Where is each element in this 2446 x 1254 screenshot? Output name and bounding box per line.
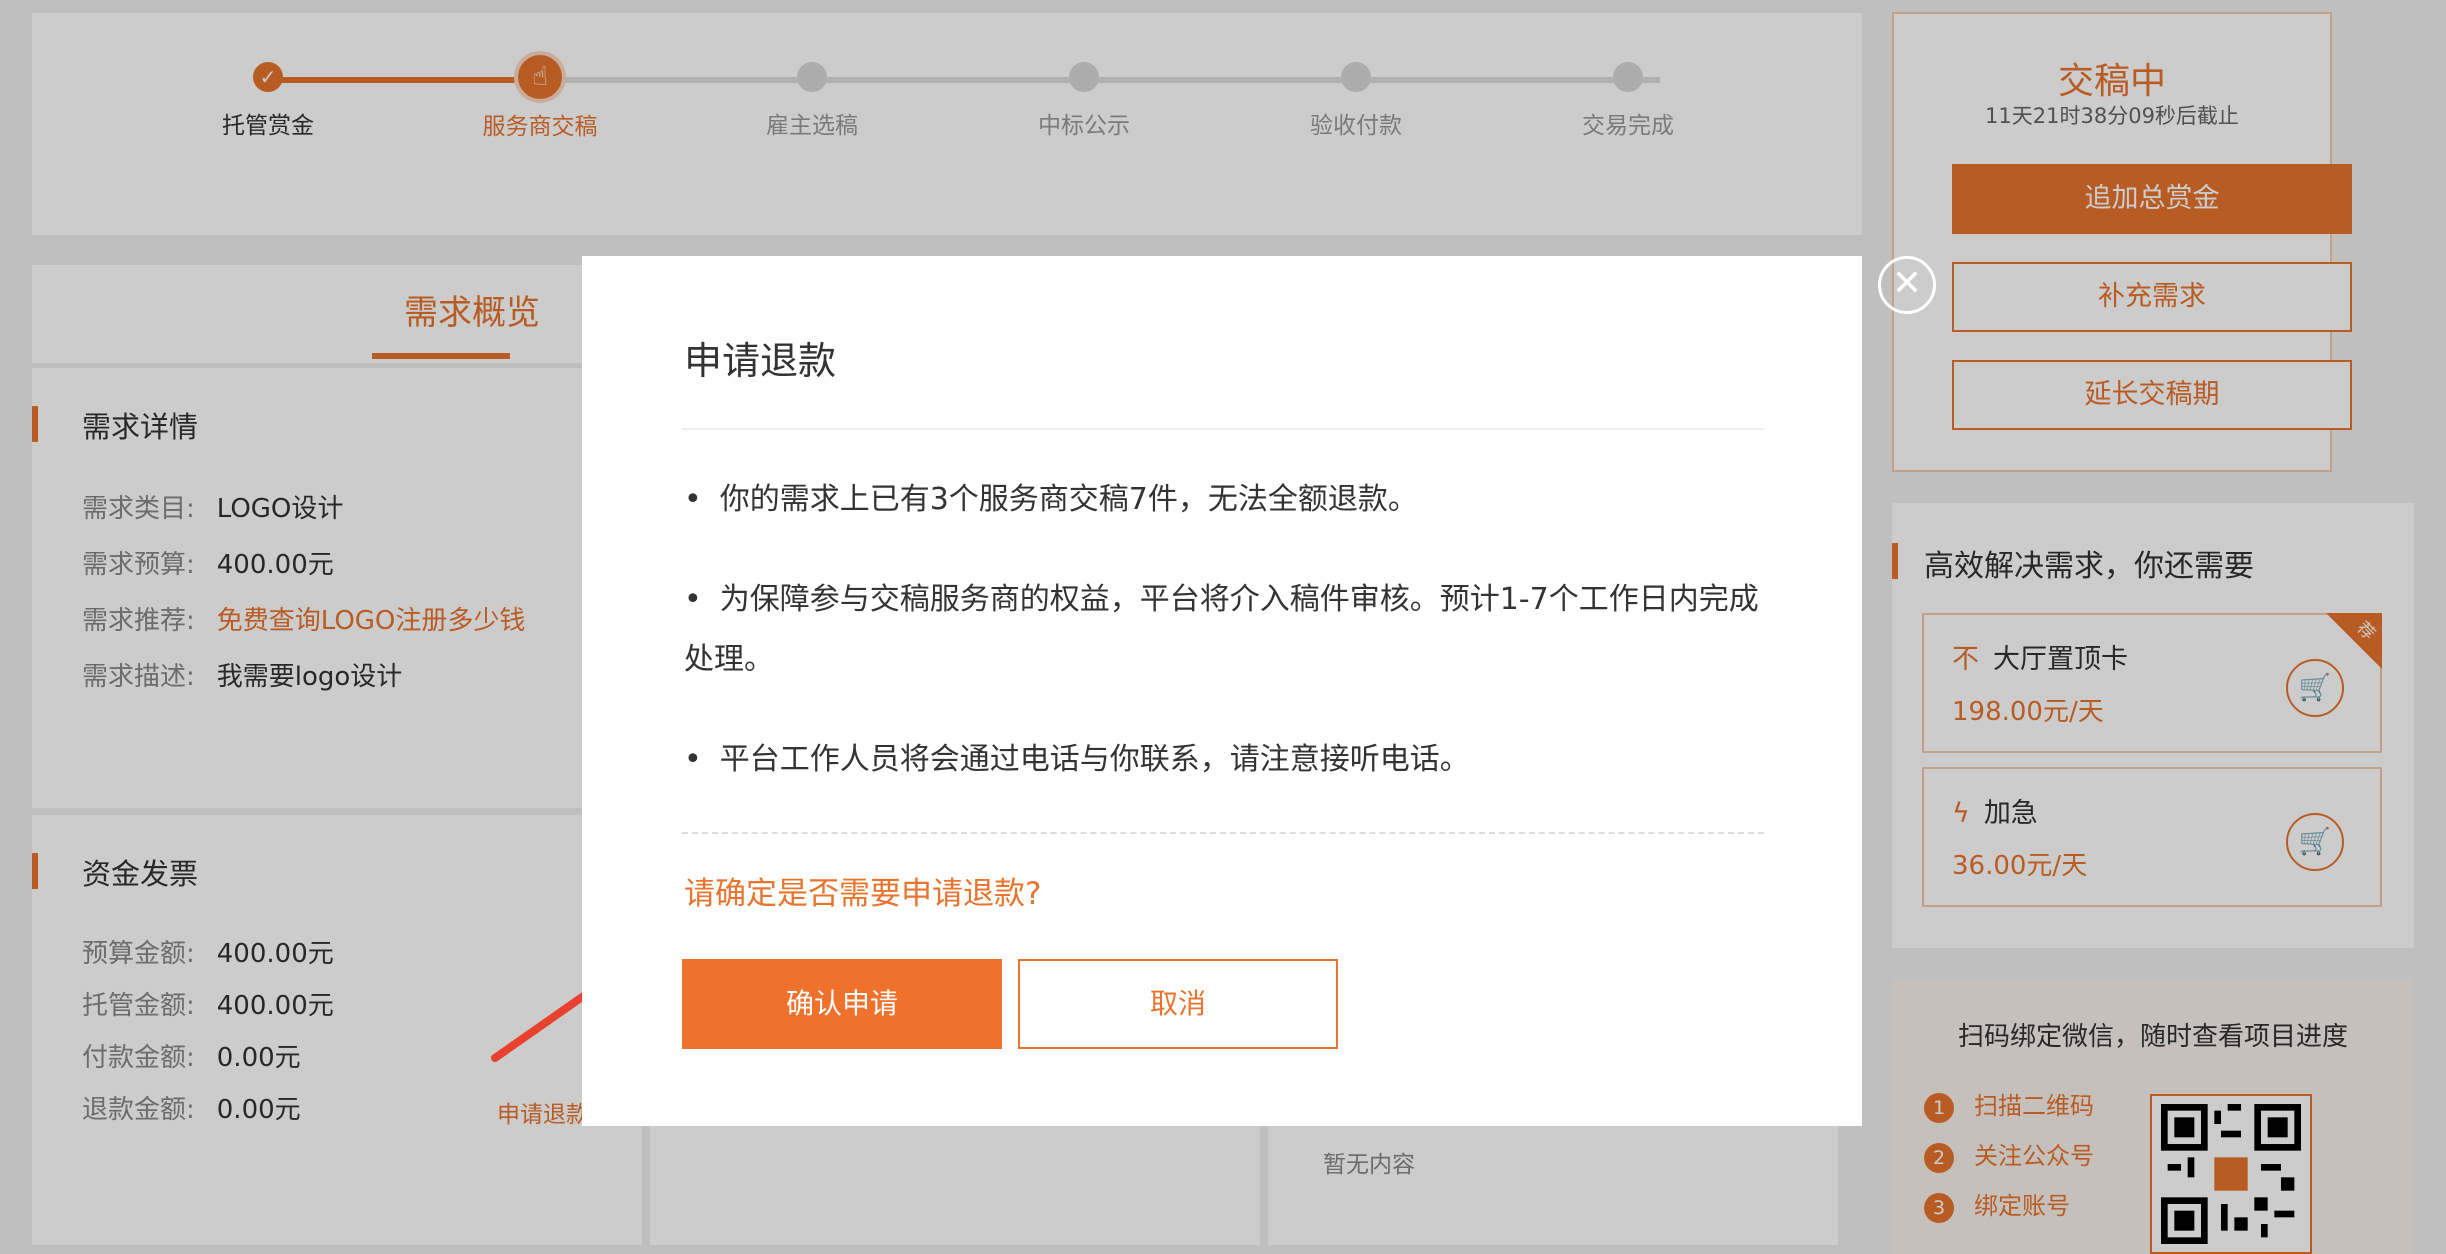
- modal-title: 申请退款: [684, 339, 837, 383]
- modal-divider: [682, 428, 1764, 430]
- modal-bullet: 为保障参与交稿服务商的权益，平台将介入稿件审核。预计1-7个工作日内完成处理。: [684, 570, 1764, 690]
- modal-bullet: 你的需求上已有3个服务商交稿7件，无法全额退款。: [684, 470, 1764, 530]
- cancel-button[interactable]: 取消: [1018, 959, 1338, 1049]
- modal-dashed-divider: [682, 832, 1764, 834]
- confirm-question: 请确定是否需要申请退款?: [684, 876, 1042, 912]
- confirm-refund-button[interactable]: 确认申请: [682, 959, 1002, 1049]
- close-icon[interactable]: ✕: [1878, 256, 1936, 314]
- modal-bullet: 平台工作人员将会通过电话与你联系，请注意接听电话。: [684, 730, 1764, 790]
- refund-modal: 申请退款 你的需求上已有3个服务商交稿7件，无法全额退款。 为保障参与交稿服务商…: [582, 256, 1862, 1126]
